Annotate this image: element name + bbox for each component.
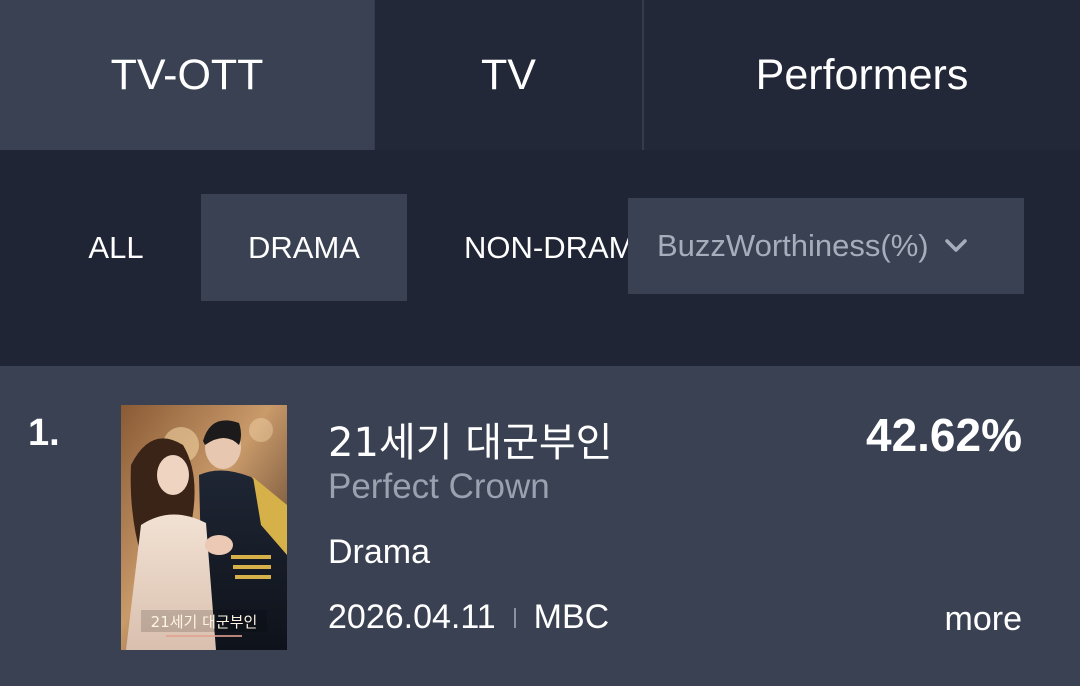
show-title-korean[interactable]: 21세기 대군부인 <box>328 410 612 468</box>
tab-performers[interactable]: Performers <box>642 0 1080 150</box>
buzz-score: 42.62% <box>865 409 1022 461</box>
top-tab-bar: TV-OTT TV Performers <box>0 0 1080 150</box>
filter-bar: ALL DRAMA NON-DRAMA BuzzWorthiness(%) <box>0 150 1080 366</box>
show-title-english: Perfect Crown <box>328 467 550 506</box>
filter-chip-non-drama[interactable]: NON-DRAMA <box>440 194 630 301</box>
meta-divider <box>513 607 516 628</box>
poster-image[interactable]: 21세기 대군부인 <box>121 405 287 650</box>
air-date: 2026.04.11 <box>328 598 496 636</box>
chevron-down-icon <box>943 233 969 259</box>
filter-chip-all[interactable]: ALL <box>60 194 172 301</box>
metric-dropdown[interactable]: BuzzWorthiness(%) <box>628 198 1024 294</box>
metric-dropdown-value: BuzzWorthiness(%) <box>657 228 929 263</box>
app-root: TV-OTT TV Performers ALL DRAMA NON-DRAMA… <box>0 0 1080 686</box>
filter-chip-drama[interactable]: DRAMA <box>201 194 407 301</box>
broadcast-channel: MBC <box>533 598 610 636</box>
rank-number: 1. <box>28 412 60 454</box>
show-meta: 2026.04.11 MBC <box>328 598 609 637</box>
tab-tv-ott[interactable]: TV-OTT <box>0 0 374 150</box>
more-link[interactable]: more <box>945 600 1022 639</box>
poster-title-text: 21세기 대군부인 <box>151 613 258 631</box>
show-genre: Drama <box>328 533 431 571</box>
tab-tv[interactable]: TV <box>374 0 642 150</box>
